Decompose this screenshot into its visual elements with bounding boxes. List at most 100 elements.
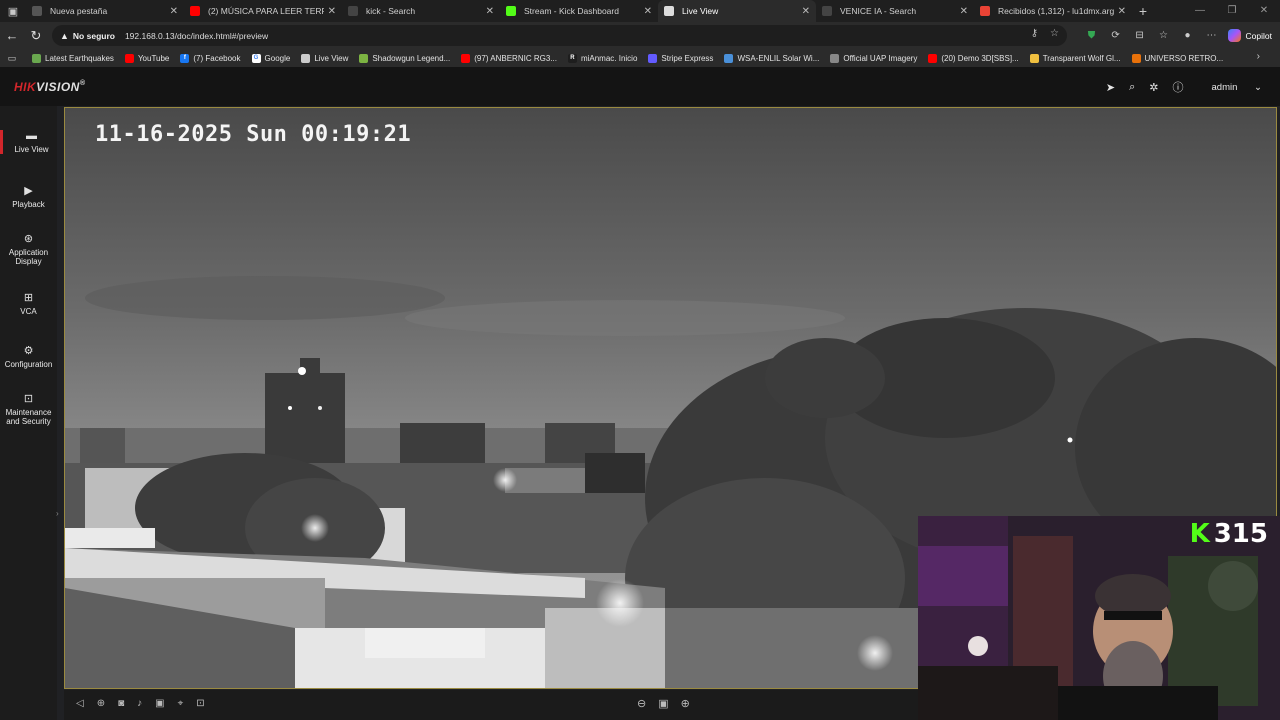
bookmark-favicon-icon: G — [251, 53, 261, 63]
browser-tab[interactable]: kick - Search ✕ — [342, 0, 500, 22]
puzzle-icon[interactable]: ✲ — [1149, 81, 1158, 94]
send-icon[interactable]: ➤ — [1106, 81, 1115, 94]
bookmark-item[interactable]: Live View — [301, 53, 349, 63]
capture-icon[interactable]: ◙ — [118, 698, 124, 709]
browser-tab[interactable]: Nueva pestaña ✕ — [26, 0, 184, 22]
bookmark-item[interactable]: (97) ANBERNIC RG3... — [461, 53, 557, 63]
bookmark-favicon-icon — [359, 53, 369, 63]
zoom-in-icon[interactable]: ⊕ — [97, 698, 105, 709]
bookmark-item[interactable]: (20) Demo 3D[SBS]... — [928, 53, 1019, 63]
browser-tab[interactable]: (2) MÚSICA PARA LEER TERROR Y ✕ — [184, 0, 342, 22]
bookmark-favicon-icon — [301, 53, 311, 63]
star-icon[interactable]: ☆ — [1050, 28, 1059, 39]
microphone-icon[interactable]: ♪ — [137, 698, 142, 709]
browser-tab[interactable]: Live View ✕ — [658, 0, 816, 22]
bookmark-item[interactable]: Transparent Wolf Gl... — [1029, 53, 1121, 63]
sidebar-item-label: Maintenance and Security — [5, 408, 52, 426]
tab-favicon-icon — [506, 6, 516, 16]
shield-extension-icon[interactable]: ⛊ — [1080, 30, 1104, 41]
search-icon[interactable]: ⌕ — [1129, 81, 1135, 94]
bookmark-label: UNIVERSO RETRO... — [1144, 53, 1224, 63]
browser-tab[interactable]: Stream - Kick Dashboard ✕ — [500, 0, 658, 22]
bookmarks-bar: ▭ Latest Earthquakes YouTube f (7) Facebook… — [0, 49, 1280, 67]
chevron-down-icon: ⌄ — [1254, 81, 1262, 93]
bookmark-favicon-icon — [461, 53, 471, 63]
browser-tab[interactable]: VENICE IA - Search ✕ — [816, 0, 974, 22]
bookmark-label: Transparent Wolf Gl... — [1042, 53, 1121, 63]
next-icon[interactable]: ⊕ — [681, 697, 690, 710]
bookmark-favicon-icon: R — [567, 53, 577, 63]
bookmarks-more-chevron-icon[interactable]: › — [1257, 51, 1260, 62]
key-icon[interactable]: ⚷ — [1031, 28, 1038, 39]
tab-actions-icon[interactable]: ▣ — [0, 0, 26, 22]
user-name: admin — [1211, 81, 1238, 93]
bookmark-label: Shadowgun Legend... — [372, 53, 451, 63]
url-text[interactable]: 192.168.0.13/doc/index.html#/preview — [125, 31, 268, 41]
sidebar-item-application-display[interactable]: ⊛ Application Display — [0, 232, 57, 266]
bookmark-favicon-icon — [830, 53, 840, 63]
close-tab-icon[interactable]: ✕ — [1118, 6, 1126, 17]
stop-icon[interactable]: ▣ — [658, 697, 668, 710]
tab-label: Nueva pestaña — [50, 6, 108, 16]
logo-rest-text: VISION — [36, 80, 80, 94]
tab-favicon-icon — [32, 6, 42, 16]
bookmark-item[interactable]: RmiAnmac. Inicio — [567, 53, 637, 63]
new-tab-button[interactable]: + — [1132, 3, 1154, 19]
close-tab-icon[interactable]: ✕ — [960, 6, 968, 17]
bookmark-favicon-icon — [1029, 53, 1039, 63]
close-window-icon[interactable]: ✕ — [1248, 0, 1280, 22]
close-tab-icon[interactable]: ✕ — [328, 6, 336, 17]
previous-icon[interactable]: ⊖ — [637, 697, 646, 710]
user-menu[interactable]: admin ⌄ — [1198, 82, 1262, 93]
tab-favicon-icon — [980, 6, 990, 16]
copilot-label: Copilot — [1245, 30, 1272, 41]
more-menu-icon[interactable]: ⋯ — [1200, 30, 1224, 41]
copilot-icon — [1227, 29, 1241, 42]
close-tab-icon[interactable]: ✕ — [170, 6, 178, 17]
profile-avatar[interactable]: ● — [1176, 30, 1200, 41]
security-label[interactable]: No seguro — [73, 31, 115, 41]
info-icon[interactable]: ⓘ — [1173, 79, 1184, 95]
bookmark-item[interactable]: Stripe Express — [648, 53, 713, 63]
sidebar-item-configuration[interactable]: ⚙ Configuration — [0, 344, 57, 369]
main-sidebar: ▬ Live View ▶ Playback ⊛ Application Display ⊞… — [0, 106, 60, 720]
bookmark-item[interactable]: YouTube — [124, 53, 169, 63]
reload-icon[interactable]: ↻ — [24, 28, 48, 44]
bookmark-item[interactable]: Latest Earthquakes — [32, 53, 114, 63]
bookmark-label: Live View — [314, 53, 349, 63]
sidebar-item-playback[interactable]: ▶ Playback — [0, 184, 57, 209]
audio-icon[interactable]: ◁ — [76, 698, 84, 709]
close-tab-icon[interactable]: ✕ — [486, 6, 494, 17]
url-omnibox[interactable]: ▲ No seguro 192.168.0.13/doc/index.html#… — [52, 25, 1067, 46]
focus-icon[interactable]: ⊡ — [196, 698, 204, 709]
bookmark-item[interactable]: WSA-ENLIL Solar Wi... — [724, 53, 820, 63]
bookmark-item[interactable]: Shadowgun Legend... — [359, 53, 451, 63]
close-tab-icon[interactable]: ✕ — [802, 6, 810, 17]
sidebar-item-label: Configuration — [4, 360, 53, 369]
bookmark-item[interactable]: UNIVERSO RETRO... — [1131, 53, 1224, 63]
back-icon[interactable]: ← — [0, 28, 24, 43]
favorites-icon[interactable]: ☆ — [1152, 30, 1176, 41]
sidebar-collapse-icon[interactable]: › — [56, 509, 59, 518]
record-icon[interactable]: ▣ — [155, 698, 164, 709]
bookmark-item[interactable]: Official UAP Imagery — [830, 53, 918, 63]
sidebar-item-maintenance-and-security[interactable]: ⊡ Maintenance and Security — [0, 392, 57, 426]
warning-icon[interactable]: ▲ — [60, 31, 69, 41]
sidebar-item-live-view[interactable]: ▬ Live View — [0, 130, 60, 154]
digital-zoom-icon[interactable]: ⌖ — [178, 698, 184, 709]
browser-tab[interactable]: Recibidos (1,312) - lu1dmx.arg@ ✕ — [974, 0, 1132, 22]
close-tab-icon[interactable]: ✕ — [644, 6, 652, 17]
bookmark-label: WSA-ENLIL Solar Wi... — [737, 53, 820, 63]
minimize-icon[interactable]: — — [1184, 0, 1216, 22]
bookmark-item[interactable]: f (7) Facebook — [180, 53, 241, 63]
bookmark-item[interactable]: G Google — [251, 53, 290, 63]
restore-icon[interactable]: ❐ — [1216, 0, 1248, 22]
refresh-extension-icon[interactable]: ⟳ — [1104, 30, 1128, 41]
sidebar-item-vca[interactable]: ⊞ VCA — [0, 291, 57, 316]
bookmark-label: Official UAP Imagery — [843, 53, 918, 63]
copilot-button[interactable]: Copilot — [1227, 29, 1272, 42]
tab-label: kick - Search — [366, 6, 416, 16]
split-screen-icon[interactable]: ⊟ — [1128, 30, 1152, 41]
reading-list-icon[interactable]: ▭ — [0, 53, 24, 64]
viewer-count: 315 — [1213, 519, 1268, 549]
